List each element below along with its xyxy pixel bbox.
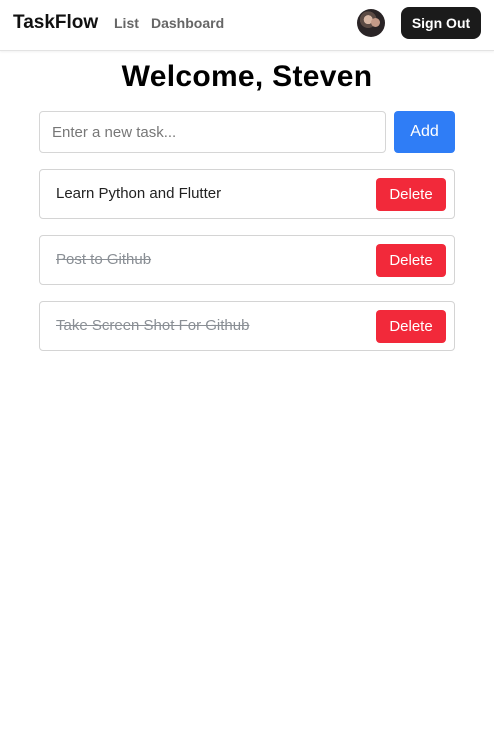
delete-task-button[interactable]: Delete <box>376 310 446 343</box>
task-item: Learn Python and Flutter Delete <box>39 169 455 219</box>
task-text[interactable]: Take Screen Shot For Github <box>56 317 249 334</box>
user-avatar[interactable] <box>357 9 385 37</box>
task-text[interactable]: Learn Python and Flutter <box>56 185 221 202</box>
delete-task-button[interactable]: Delete <box>376 244 446 277</box>
brand-logo[interactable]: TaskFlow <box>13 12 98 34</box>
nav-link-list[interactable]: List <box>114 15 139 31</box>
top-navbar: TaskFlow List Dashboard Sign Out <box>0 0 494 51</box>
task-text[interactable]: Post to Github <box>56 251 151 268</box>
add-task-button[interactable]: Add <box>394 111 455 153</box>
task-item: Take Screen Shot For Github Delete <box>39 301 455 351</box>
delete-task-button[interactable]: Delete <box>376 178 446 211</box>
sign-out-button[interactable]: Sign Out <box>401 7 481 39</box>
page-title: Welcome, Steven <box>121 60 373 93</box>
task-item: Post to Github Delete <box>39 235 455 285</box>
avatar-photo <box>371 18 380 27</box>
new-task-input[interactable] <box>39 111 386 153</box>
nav-link-dashboard[interactable]: Dashboard <box>151 15 224 31</box>
